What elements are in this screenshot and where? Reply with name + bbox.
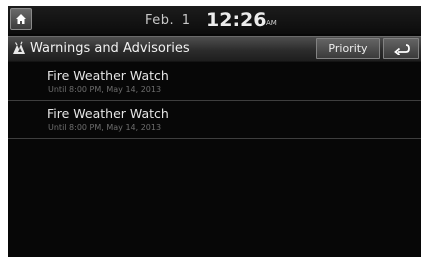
status-bar: Feb. 1 12:26 AM — [8, 6, 421, 34]
back-arrow-icon — [394, 44, 410, 55]
list-item[interactable]: Fire Weather Watch Until 8:00 PM, May 14… — [8, 101, 421, 139]
home-button[interactable] — [10, 8, 32, 30]
advisory-expiry: Until 8:00 PM, May 14, 2013 — [48, 85, 162, 94]
page-title: Warnings and Advisories — [30, 41, 190, 56]
priority-button[interactable]: Priority — [316, 38, 380, 59]
advisory-title: Fire Weather Watch — [47, 68, 169, 83]
back-button[interactable] — [383, 38, 419, 59]
date-display: Feb. 1 — [145, 13, 191, 28]
advisory-title: Fire Weather Watch — [47, 106, 169, 121]
home-icon — [16, 14, 26, 24]
title-bar: Warnings and Advisories Priority — [8, 36, 421, 62]
list-item[interactable]: Fire Weather Watch Until 8:00 PM, May 14… — [8, 63, 421, 101]
ampm-indicator: AM — [266, 19, 277, 27]
navigation-screen: Feb. 1 12:26 AM Warnings and Advisories … — [8, 6, 421, 257]
advisory-list: Fire Weather Watch Until 8:00 PM, May 14… — [8, 63, 421, 139]
warning-icon — [13, 41, 25, 54]
advisory-expiry: Until 8:00 PM, May 14, 2013 — [48, 123, 162, 132]
time-display: 12:26 — [206, 9, 267, 31]
